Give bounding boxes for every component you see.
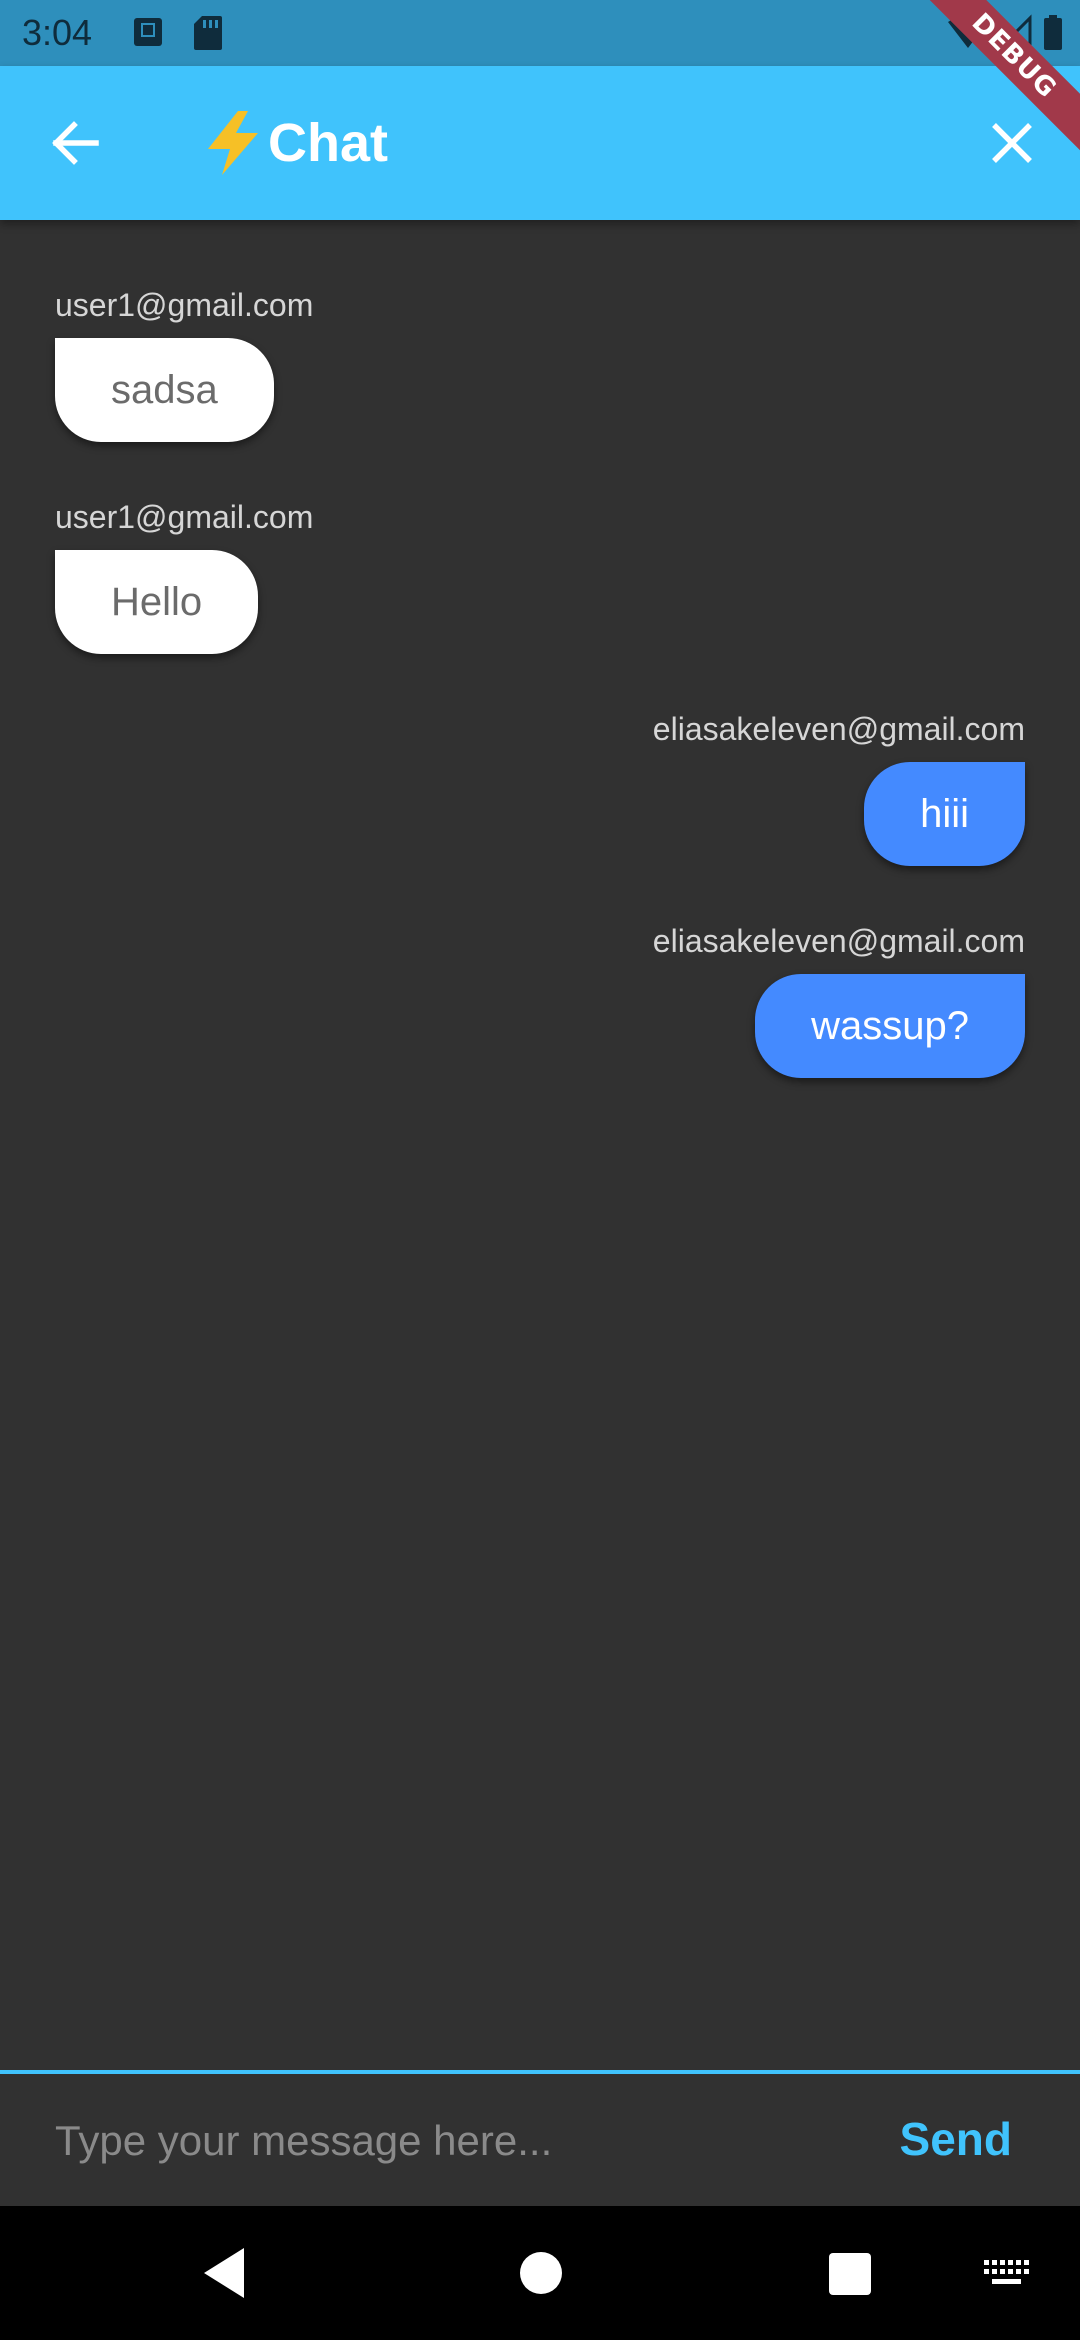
message-bubble: Hello: [55, 550, 259, 654]
message-bubble: hiii: [864, 762, 1025, 866]
page-title: Chat: [268, 113, 388, 173]
message-bubble: sadsa: [55, 338, 274, 442]
app-title: Chat: [204, 106, 388, 180]
sd-card-icon: [194, 16, 222, 50]
send-button[interactable]: Send: [900, 2104, 1012, 2174]
cell-signal-icon: [994, 14, 1032, 52]
message-sender: user1@gmail.com: [55, 499, 314, 535]
nav-home-icon[interactable]: [520, 2252, 562, 2294]
message-composer: Send: [0, 2070, 1080, 2206]
message-sender: eliasakeleven@gmail.com: [652, 711, 1025, 747]
message-item: eliasakeleven@gmail.com hiii: [55, 710, 1025, 866]
message-sender: eliasakeleven@gmail.com: [652, 923, 1025, 959]
nav-recents-icon[interactable]: [829, 2253, 871, 2295]
battery-icon: [1044, 18, 1062, 50]
back-button[interactable]: [40, 109, 108, 177]
message-bubble: wassup?: [755, 974, 1025, 1078]
message-item: user1@gmail.com Hello: [55, 498, 1025, 654]
nav-back-icon[interactable]: [200, 2246, 250, 2300]
system-nav-bar: [0, 2206, 1080, 2340]
close-button[interactable]: [978, 109, 1046, 177]
message-input[interactable]: [55, 2096, 835, 2186]
arrow-left-icon: [52, 121, 99, 165]
keyboard-icon[interactable]: [984, 2260, 1030, 2286]
message-sender: user1@gmail.com: [55, 287, 314, 323]
app-bar: Chat: [0, 66, 1080, 220]
message-item: user1@gmail.com sadsa: [55, 286, 1025, 442]
status-bar: 3:04: [0, 0, 1080, 66]
message-item: eliasakeleven@gmail.com wassup?: [55, 922, 1025, 1078]
close-icon: [992, 123, 1032, 163]
status-time: 3:04: [22, 12, 93, 53]
status-right-icons: [948, 14, 1062, 52]
text-a-icon: [134, 18, 162, 46]
message-list[interactable]: user1@gmail.com sadsa user1@gmail.com He…: [0, 220, 1080, 2070]
wifi-icon: [948, 15, 988, 48]
lightning-bolt-icon: [208, 111, 258, 175]
